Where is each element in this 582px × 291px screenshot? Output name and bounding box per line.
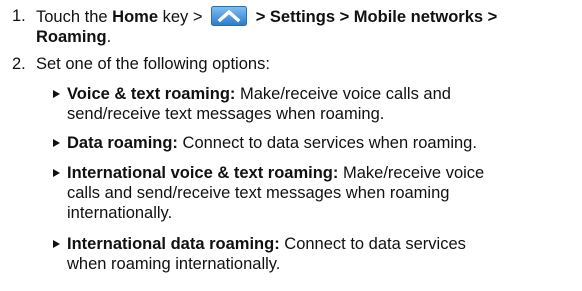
option-text: Data roaming: Connect to data services w… (67, 133, 579, 153)
option-desc-line1: Make/receive voice (342, 164, 485, 182)
option-desc-line1: Connect to data services when roaming. (182, 134, 477, 152)
home-key-label: Home (112, 8, 158, 26)
option-text: International voice & text roaming: Make… (67, 163, 579, 223)
option-desc-line2: calls and send/receive text messages whe… (67, 184, 450, 202)
option-desc-line1: Connect to data services (284, 235, 466, 253)
option-title: International voice & text roaming: (67, 164, 339, 182)
step-1-number: 1. (12, 7, 26, 25)
option-text: International data roaming: Connect to d… (67, 234, 579, 274)
step-1-key-word: key > (162, 8, 203, 26)
triangle-bullet-icon (52, 163, 62, 189)
triangle-bullet-icon (52, 133, 62, 159)
settings-path: > Settings > Mobile networks > (255, 8, 498, 26)
up-chevron-icon (211, 6, 248, 26)
triangle-bullet-icon (52, 84, 62, 110)
roaming-label: Roaming (36, 28, 107, 46)
option-title: International data roaming: (67, 235, 280, 253)
option-text: Voice & text roaming: Make/receive voice… (67, 84, 579, 124)
step-2-number: 2. (12, 55, 26, 73)
step-1-touch: Touch the (36, 8, 108, 26)
step-2-text: Set one of the following options: (36, 55, 270, 73)
option-desc-line2: send/receive text messages when roaming. (67, 105, 385, 123)
option-title: Data roaming: (67, 134, 178, 152)
option-desc-line3: internationally. (67, 204, 173, 222)
option-desc-line1: Make/receive voice calls and (240, 85, 451, 103)
option-desc-line2: when roaming internationally. (67, 255, 281, 273)
option-title: Voice & text roaming: (67, 85, 236, 103)
step-1-text: Touch the Home key > > Settings > Mobile… (36, 6, 580, 47)
triangle-bullet-icon (52, 234, 62, 260)
step-1-period: . (106, 28, 112, 46)
